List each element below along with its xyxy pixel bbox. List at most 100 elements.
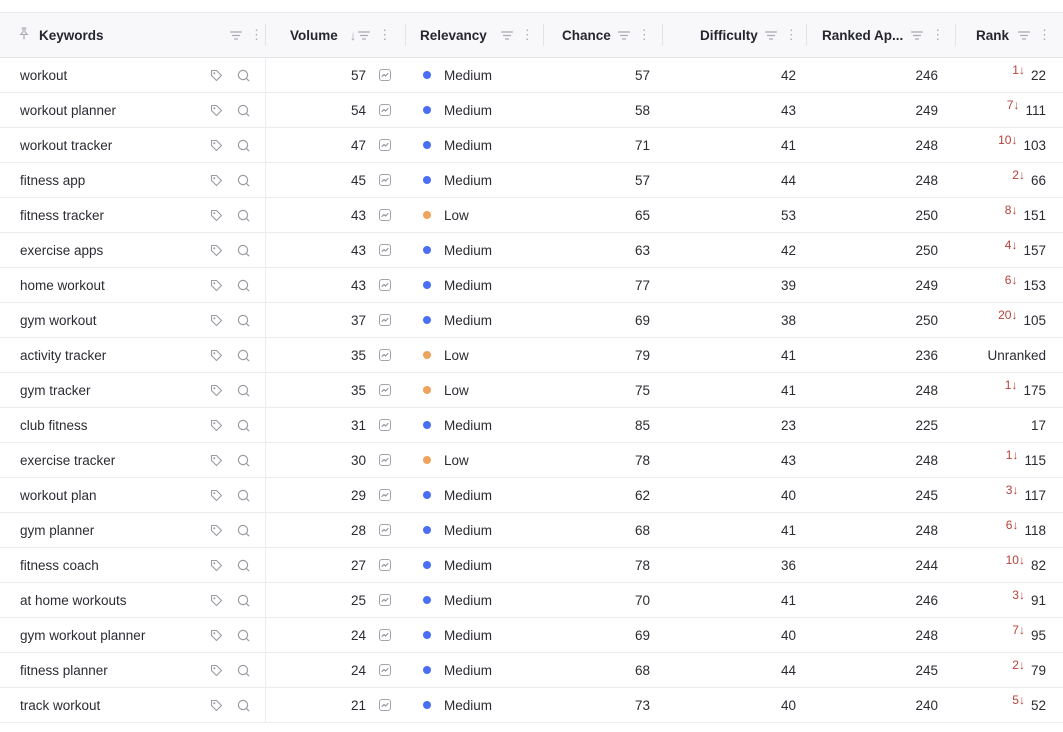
table-row[interactable]: workout planner 54 Medium 58 43 249 7↓ 1… [0,93,1063,128]
filter-icon[interactable] [500,28,513,43]
column-menu-icon[interactable]: ⋮ [521,27,534,43]
tag-icon[interactable] [210,688,224,722]
keyword-text[interactable]: fitness planner [20,653,200,687]
table-row[interactable]: home workout 43 Medium 77 39 249 6↓ 153 [0,268,1063,303]
table-row[interactable]: fitness app 45 Medium 57 44 248 2↓ 66 [0,163,1063,198]
volume-chart-icon[interactable] [379,128,393,162]
tag-icon[interactable] [210,93,224,127]
tag-icon[interactable] [210,198,224,232]
volume-chart-icon[interactable] [379,233,393,267]
column-header-rank[interactable]: Rank ⋮ [976,13,1056,57]
column-menu-icon[interactable]: ⋮ [378,27,391,43]
search-icon[interactable] [237,58,251,92]
search-icon[interactable] [237,583,251,617]
volume-chart-icon[interactable] [379,583,393,617]
search-icon[interactable] [237,303,251,337]
keyword-text[interactable]: fitness coach [20,548,200,582]
column-header-difficulty[interactable]: Difficulty ⋮ [700,13,800,57]
volume-chart-icon[interactable] [379,338,393,372]
column-menu-icon[interactable]: ⋮ [638,27,651,43]
search-icon[interactable] [237,163,251,197]
search-icon[interactable] [237,443,251,477]
table-row[interactable]: gym planner 28 Medium 68 41 248 6↓ 118 [0,513,1063,548]
column-divider[interactable] [806,24,807,46]
search-icon[interactable] [237,233,251,267]
column-menu-icon[interactable]: ⋮ [250,27,263,43]
volume-chart-icon[interactable] [379,198,393,232]
keyword-text[interactable]: workout planner [20,93,200,127]
tag-icon[interactable] [210,58,224,92]
table-row[interactable]: gym workout planner 24 Medium 69 40 248 … [0,618,1063,653]
filter-icon[interactable] [229,28,243,43]
table-row[interactable]: fitness tracker 43 Low 65 53 250 8↓ 151 [0,198,1063,233]
tag-icon[interactable] [210,478,224,512]
tag-icon[interactable] [210,653,224,687]
column-header-chance[interactable]: Chance ⋮ [562,13,662,57]
column-header-volume[interactable]: Volume ↓ ⋮ [290,13,400,57]
filter-icon[interactable] [1017,28,1031,43]
keyword-text[interactable]: at home workouts [20,583,200,617]
tag-icon[interactable] [210,443,224,477]
search-icon[interactable] [237,548,251,582]
search-icon[interactable] [237,373,251,407]
volume-chart-icon[interactable] [379,373,393,407]
keyword-text[interactable]: home workout [20,268,200,302]
table-row[interactable]: workout 57 Medium 57 42 246 1↓ 22 [0,58,1063,93]
volume-chart-icon[interactable] [379,408,393,442]
keyword-text[interactable]: fitness tracker [20,198,200,232]
column-header-keywords[interactable]: Keywords ⋮ [18,13,263,57]
keyword-text[interactable]: fitness app [20,163,200,197]
search-icon[interactable] [237,93,251,127]
keyword-text[interactable]: workout plan [20,478,200,512]
tag-icon[interactable] [210,618,224,652]
tag-icon[interactable] [210,233,224,267]
table-row[interactable]: activity tracker 35 Low 79 41 236 Unrank… [0,338,1063,373]
search-icon[interactable] [237,513,251,547]
filter-icon[interactable] [358,28,371,43]
volume-chart-icon[interactable] [379,513,393,547]
pin-icon[interactable] [18,27,30,43]
tag-icon[interactable] [210,373,224,407]
volume-chart-icon[interactable] [379,443,393,477]
volume-chart-icon[interactable] [379,653,393,687]
table-row[interactable]: gym tracker 35 Low 75 41 248 1↓ 175 [0,373,1063,408]
table-row[interactable]: club fitness 31 Medium 85 23 225 17 [0,408,1063,443]
volume-chart-icon[interactable] [379,163,393,197]
volume-chart-icon[interactable] [379,618,393,652]
column-menu-icon[interactable]: ⋮ [785,27,798,43]
column-divider[interactable] [405,24,406,46]
keyword-text[interactable]: gym planner [20,513,200,547]
search-icon[interactable] [237,653,251,687]
filter-icon[interactable] [911,28,924,43]
column-divider[interactable] [955,24,956,46]
search-icon[interactable] [237,688,251,722]
table-row[interactable]: gym workout 37 Medium 69 38 250 20↓ 105 [0,303,1063,338]
volume-chart-icon[interactable] [379,268,393,302]
volume-chart-icon[interactable] [379,93,393,127]
tag-icon[interactable] [210,163,224,197]
volume-chart-icon[interactable] [379,688,393,722]
table-row[interactable]: workout tracker 47 Medium 71 41 248 10↓ … [0,128,1063,163]
keyword-text[interactable]: exercise apps [20,233,200,267]
table-row[interactable]: fitness planner 24 Medium 68 44 245 2↓ 7… [0,653,1063,688]
tag-icon[interactable] [210,303,224,337]
volume-chart-icon[interactable] [379,548,393,582]
table-row[interactable]: fitness coach 27 Medium 78 36 244 10↓ 82 [0,548,1063,583]
column-menu-icon[interactable]: ⋮ [931,27,944,43]
table-row[interactable]: workout plan 29 Medium 62 40 245 3↓ 117 [0,478,1063,513]
search-icon[interactable] [237,618,251,652]
tag-icon[interactable] [210,338,224,372]
search-icon[interactable] [237,128,251,162]
volume-chart-icon[interactable] [379,303,393,337]
column-header-relevancy[interactable]: Relevancy ⋮ [420,13,535,57]
tag-icon[interactable] [210,513,224,547]
table-row[interactable]: exercise tracker 30 Low 78 43 248 1↓ 115 [0,443,1063,478]
keyword-text[interactable]: gym tracker [20,373,200,407]
search-icon[interactable] [237,198,251,232]
search-icon[interactable] [237,338,251,372]
keyword-text[interactable]: activity tracker [20,338,200,372]
volume-chart-icon[interactable] [379,58,393,92]
keyword-text[interactable]: gym workout planner [20,618,200,652]
search-icon[interactable] [237,478,251,512]
tag-icon[interactable] [210,583,224,617]
